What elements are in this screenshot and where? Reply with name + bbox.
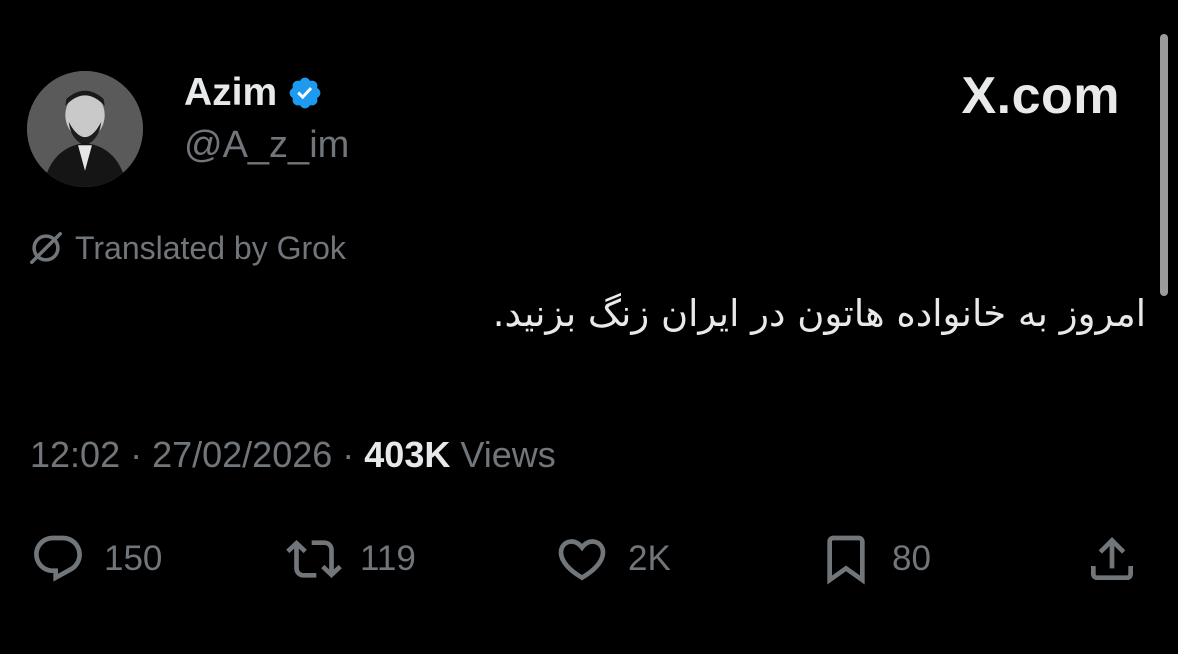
like-count: 2K	[628, 539, 671, 578]
share-button[interactable]	[1084, 530, 1140, 588]
reply-button[interactable]: 150	[30, 530, 162, 588]
author-handle[interactable]: @A_z_im	[184, 124, 349, 167]
tweet-text: امروز به خانواده هاتون در ایران زنگ بزنی…	[492, 292, 1146, 335]
share-icon	[1091, 537, 1133, 580]
meta-separator: ·	[332, 434, 365, 475]
tweet-time[interactable]: 12:02	[30, 434, 120, 475]
avatar-portrait-image	[27, 71, 143, 187]
grok-icon	[30, 232, 62, 264]
verified-badge-icon	[289, 77, 321, 109]
scrollbar[interactable]	[1160, 34, 1168, 296]
repost-count: 119	[360, 539, 416, 578]
repost-icon	[286, 540, 342, 578]
action-bar: 150 119 2K 80	[0, 530, 1178, 588]
meta-separator: ·	[120, 434, 153, 475]
like-button[interactable]: 2K	[554, 530, 671, 588]
heart-icon	[558, 539, 606, 581]
avatar[interactable]	[27, 71, 143, 187]
author-display-name[interactable]: Azim	[184, 71, 277, 115]
bookmark-count: 80	[892, 539, 931, 578]
bookmark-button[interactable]: 80	[818, 530, 931, 588]
bookmark-icon	[827, 535, 865, 585]
reply-count: 150	[104, 539, 163, 578]
brand-wordmark: X.com	[961, 67, 1120, 125]
author-name-row[interactable]: Azim	[184, 70, 323, 116]
views-count: 403K	[364, 434, 451, 475]
tweet-date[interactable]: 27/02/2026	[152, 434, 332, 475]
tweet-meta: 12:02 · 27/02/2026 · 403K Views	[30, 434, 556, 476]
repost-button[interactable]: 119	[286, 530, 416, 588]
translation-note: Translated by Grok	[27, 228, 346, 268]
views-label: Views	[450, 434, 556, 475]
translation-note-label: Translated by Grok	[75, 229, 346, 266]
reply-icon	[34, 535, 82, 582]
